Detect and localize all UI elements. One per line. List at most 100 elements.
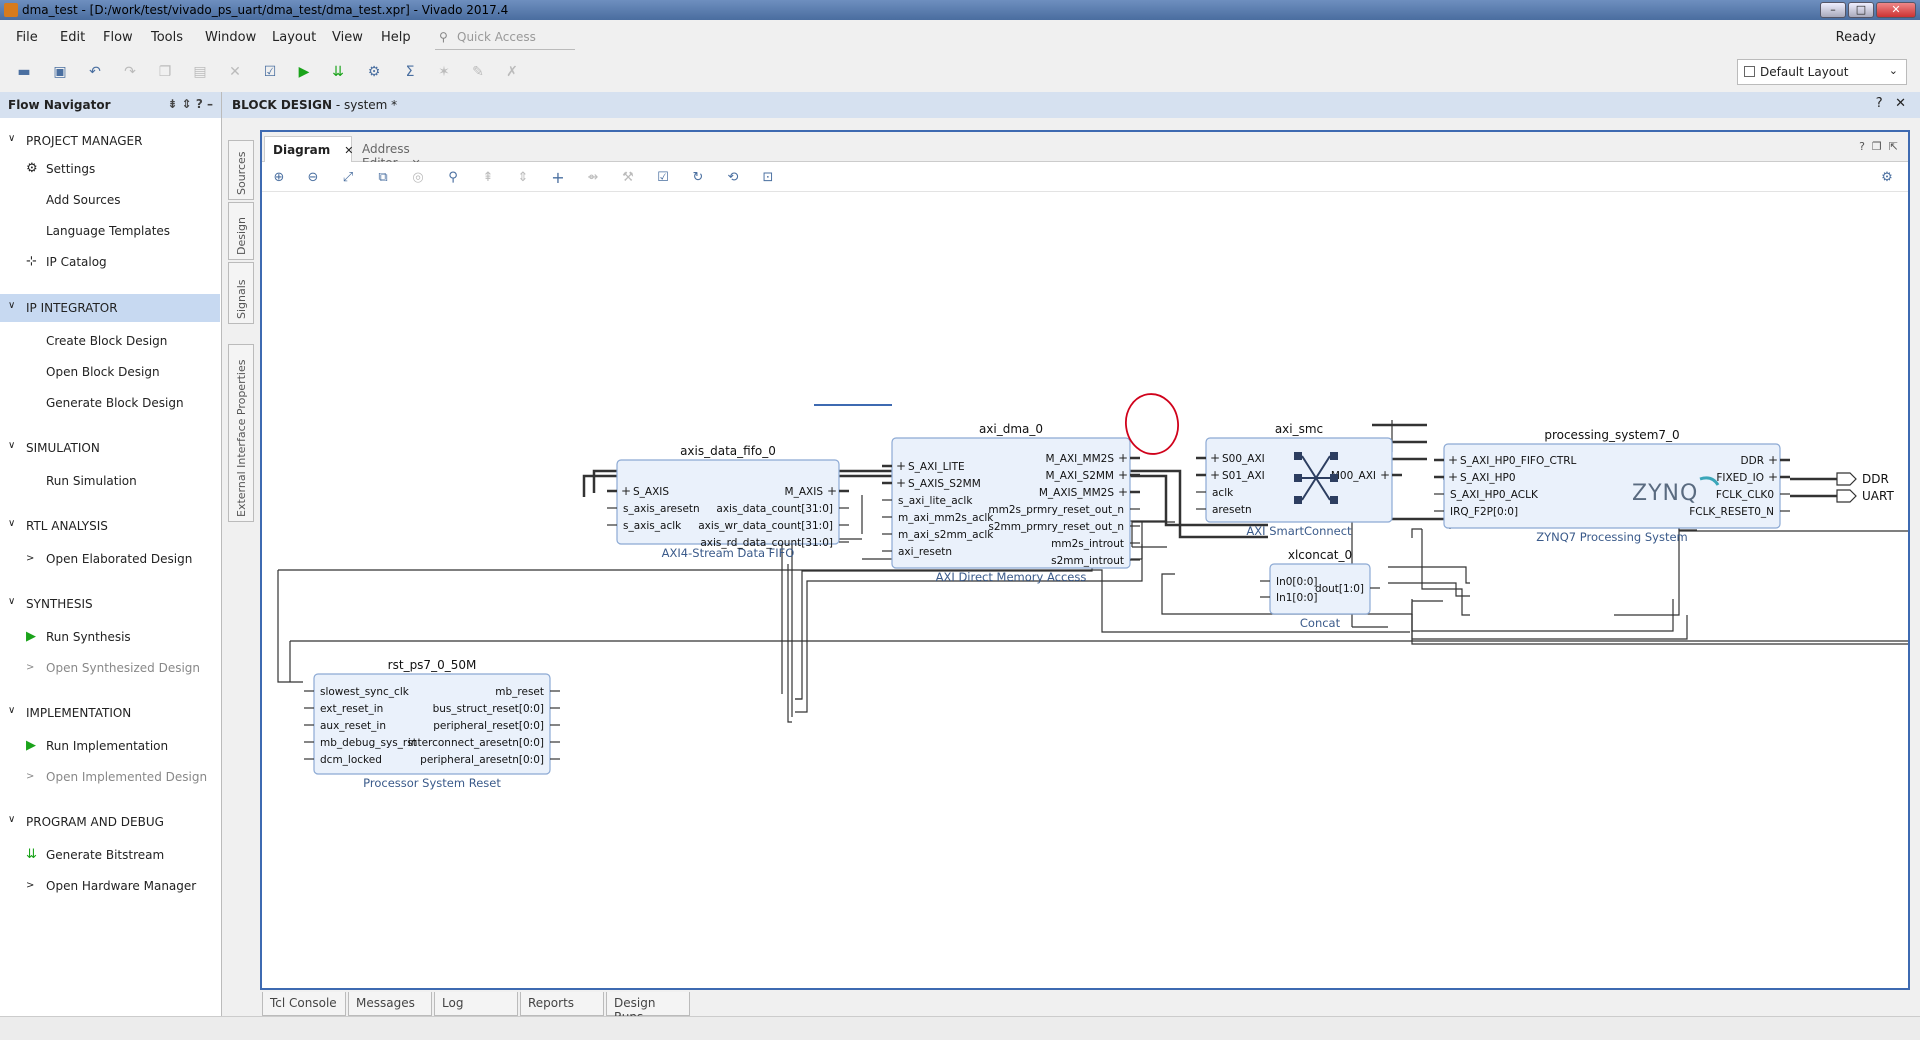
menu-view[interactable]: View (332, 30, 363, 45)
pin-icon[interactable]: ⊡ (759, 169, 777, 187)
section-ip-integrator[interactable]: ∨ IP INTEGRATOR (0, 294, 220, 322)
chevron-down-icon[interactable]: ∨ (8, 814, 15, 825)
expand-port-icon[interactable]: + (1448, 470, 1458, 484)
paste-icon[interactable]: ▤ (190, 62, 210, 82)
close-icon[interactable]: ✕ (344, 144, 353, 157)
debug-icon[interactable]: ✶ (434, 62, 454, 82)
expand-port-icon[interactable]: + (827, 484, 837, 498)
chevron-down-icon[interactable]: ∨ (8, 705, 15, 716)
tab-log[interactable]: Log (434, 992, 518, 1016)
section-simulation[interactable]: ∨ SIMULATION (0, 434, 220, 462)
tab-design-runs[interactable]: Design Runs (606, 992, 690, 1024)
center-icon[interactable]: ◎ (409, 169, 427, 187)
nav-item-generate-block-design[interactable]: Generate Block Design (46, 396, 184, 410)
close-window-button[interactable]: ✕ (1876, 2, 1916, 18)
cross-tool-icon[interactable]: ✗ (502, 62, 522, 82)
connect-icon[interactable]: ⇴ (584, 169, 602, 187)
expand-port-icon[interactable]: + (1380, 468, 1390, 482)
menu-file[interactable]: File (16, 30, 38, 45)
tab-tcl-console[interactable]: Tcl Console (262, 992, 346, 1016)
zoom-area-icon[interactable]: ⧉ (374, 169, 392, 187)
block-dma[interactable]: axi_dma_0AXI Direct Memory Access+ S_AXI_… (882, 422, 1140, 584)
chevron-down-icon[interactable]: ∨ (8, 300, 15, 311)
diagram-canvas[interactable]: axis_data_fifo_0 AXI4-Stream Data FIFO + S_… (262, 194, 1920, 988)
block-rst[interactable]: rst_ps7_0_50M Processor System Reset slowe… (304, 658, 560, 790)
side-tab-external-interface-properties[interactable]: External Interface Properties (228, 344, 254, 522)
section-program-and-debug[interactable]: ∨ PROGRAM AND DEBUG (0, 808, 220, 836)
chevron-down-icon[interactable]: ∨ (8, 518, 15, 529)
refresh-icon[interactable]: ↻ (689, 169, 707, 187)
expand-port-icon[interactable]: + (1118, 451, 1128, 465)
tab-diagram[interactable]: Diagram ✕ (264, 136, 354, 162)
regenerate-layout-icon[interactable]: ⟲ (724, 169, 742, 187)
sigma-icon[interactable]: Σ (400, 62, 420, 82)
expand-port-icon[interactable]: + (621, 484, 631, 498)
menu-layout[interactable]: Layout (272, 30, 316, 45)
menu-edit[interactable]: Edit (60, 30, 85, 45)
delete-icon[interactable]: ✕ (225, 62, 245, 82)
expand-port-icon[interactable]: + (1210, 451, 1220, 465)
wrench-icon[interactable]: ⚒ (619, 169, 637, 187)
block-design-header-controls[interactable]: ? ✕ (1876, 96, 1906, 111)
nav-item-settings[interactable]: ⚙ Settings (26, 161, 95, 176)
nav-item-run-synthesis[interactable]: ▶ Run Synthesis (26, 629, 131, 644)
zoom-out-icon[interactable]: ⊖ (304, 169, 322, 187)
flow-navigator-controls[interactable]: ⇟ ⇕ ? – (167, 97, 213, 111)
quick-access-input[interactable]: ⚲ Quick Access (435, 26, 575, 50)
expand-port-icon[interactable]: + (1768, 470, 1778, 484)
nav-item-open-elaborated-design[interactable]: > Open Elaborated Design (26, 552, 192, 566)
nav-item-create-block-design[interactable]: Create Block Design (46, 334, 167, 348)
nav-item-add-sources[interactable]: Add Sources (46, 193, 121, 207)
chevron-right-icon[interactable]: > (26, 662, 34, 673)
expand-port-icon[interactable]: + (896, 476, 906, 490)
expand-icon[interactable]: ⇕ (514, 169, 532, 187)
nav-item-ip-catalog[interactable]: ⊹ IP Catalog (26, 254, 107, 269)
menu-flow[interactable]: Flow (103, 30, 133, 45)
chevron-down-icon[interactable]: ∨ (8, 133, 15, 144)
expand-port-icon[interactable]: + (1118, 485, 1128, 499)
section-rtl-analysis[interactable]: ∨ RTL ANALYSIS (0, 512, 220, 540)
maximize-button[interactable]: □ (1848, 2, 1874, 18)
nav-item-open-implemented-design[interactable]: > Open Implemented Design (26, 770, 207, 784)
validate-icon[interactable]: ☑ (260, 62, 280, 82)
chevron-right-icon[interactable]: > (26, 771, 34, 782)
expand-port-icon[interactable]: + (1448, 453, 1458, 467)
side-tab-design[interactable]: Design (228, 202, 254, 260)
nav-item-run-simulation[interactable]: Run Simulation (46, 474, 137, 488)
ext-port-arrow-icon[interactable] (1836, 489, 1857, 503)
pencil-icon[interactable]: ✎ (468, 62, 488, 82)
expand-port-icon[interactable]: + (1768, 453, 1778, 467)
add-ip-icon[interactable]: + (549, 169, 567, 187)
tab-reports[interactable]: Reports (520, 992, 604, 1016)
menu-window[interactable]: Window (205, 30, 256, 45)
block-ps7[interactable]: processing_system7_0 ZYNQ7 Processing Sys… (1434, 428, 1790, 544)
panel-controls[interactable]: ? ❐ ⇱ (1859, 140, 1898, 153)
settings-icon[interactable]: ⚙ (364, 62, 384, 82)
side-tab-sources[interactable]: Sources (228, 140, 254, 200)
block-concat[interactable]: xlconcat_0 Concat In0[0:0] In1[0:0]dout[1:0… (1260, 548, 1380, 630)
expand-port-icon[interactable]: + (1210, 468, 1220, 482)
gear-icon[interactable]: ⚙ (1878, 169, 1896, 187)
minimize-button[interactable]: – (1820, 2, 1846, 18)
redo-icon[interactable]: ↷ (120, 62, 140, 82)
nav-item-open-hardware-manager[interactable]: > Open Hardware Manager (26, 879, 196, 893)
chevron-right-icon[interactable]: > (26, 553, 34, 564)
nav-item-language-templates[interactable]: Language Templates (46, 224, 170, 238)
expand-port-icon[interactable]: + (1118, 468, 1128, 482)
ext-port-arrow-icon[interactable] (1836, 472, 1857, 486)
search-icon[interactable]: ⚲ (444, 169, 462, 187)
bitstream-icon[interactable]: ⇊ (328, 62, 348, 82)
tab-messages[interactable]: Messages (348, 992, 432, 1016)
menu-tools[interactable]: Tools (151, 30, 183, 45)
side-tab-signals[interactable]: Signals (228, 262, 254, 324)
section-synthesis[interactable]: ∨ SYNTHESIS (0, 590, 220, 618)
nav-item-run-implementation[interactable]: ▶ Run Implementation (26, 738, 168, 753)
zoom-fit-icon[interactable]: ⤢ (339, 169, 357, 187)
validate-design-icon[interactable]: ☑ (654, 169, 672, 187)
save-icon[interactable]: ▣ (50, 62, 70, 82)
menu-help[interactable]: Help (381, 30, 411, 45)
copy-icon[interactable]: ❐ (155, 62, 175, 82)
nav-item-generate-bitstream[interactable]: ⇊ Generate Bitstream (26, 847, 164, 862)
block-fifo[interactable]: axis_data_fifo_0AXI4-Stream Data FIFO+ S_… (607, 444, 849, 560)
nav-item-open-synthesized-design[interactable]: > Open Synthesized Design (26, 661, 200, 675)
